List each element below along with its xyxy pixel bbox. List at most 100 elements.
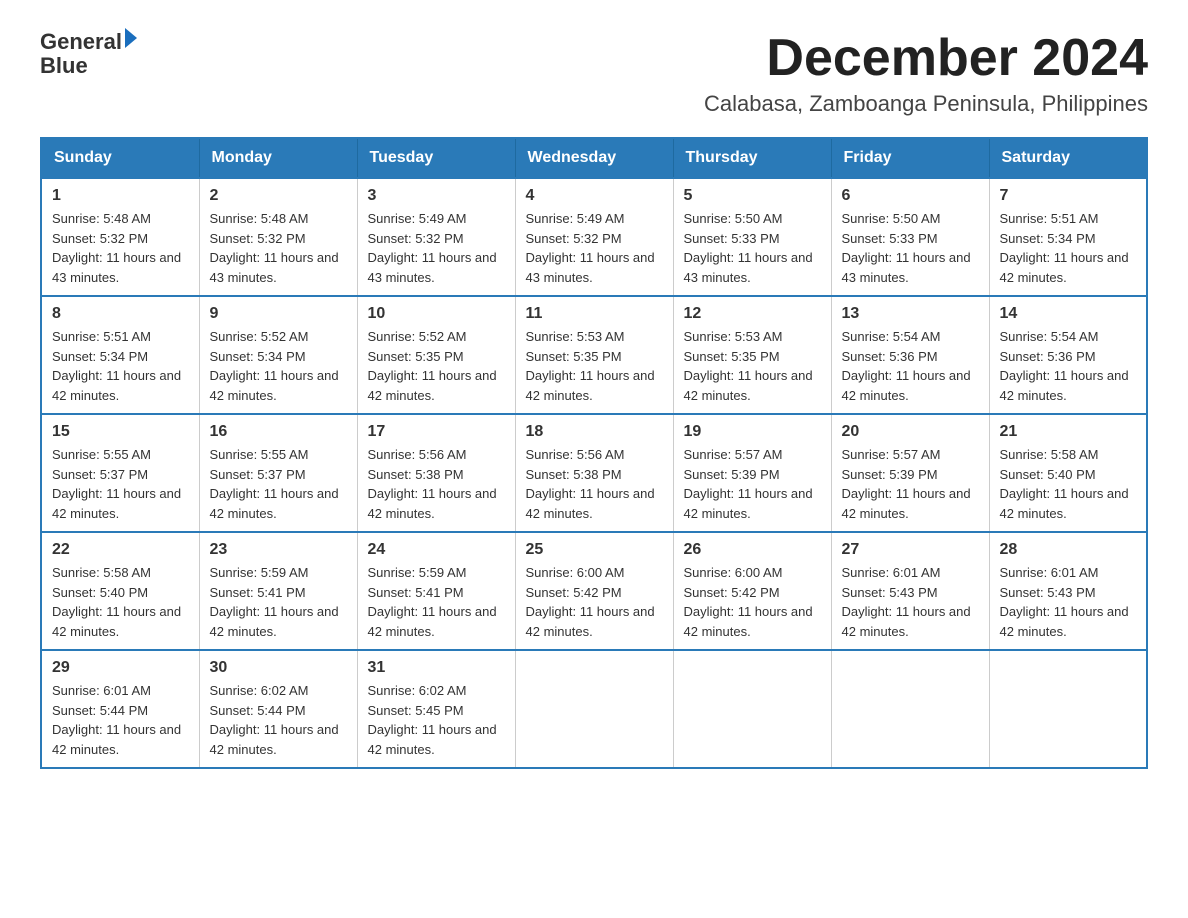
day-number: 22	[52, 541, 189, 559]
day-info: Sunrise: 5:55 AM Sunset: 5:37 PM Dayligh…	[210, 445, 347, 523]
calendar-cell: 20 Sunrise: 5:57 AM Sunset: 5:39 PM Dayl…	[831, 414, 989, 532]
calendar-cell: 15 Sunrise: 5:55 AM Sunset: 5:37 PM Dayl…	[41, 414, 199, 532]
day-info: Sunrise: 5:58 AM Sunset: 5:40 PM Dayligh…	[52, 563, 189, 641]
calendar-cell: 3 Sunrise: 5:49 AM Sunset: 5:32 PM Dayli…	[357, 178, 515, 296]
day-info: Sunrise: 6:01 AM Sunset: 5:44 PM Dayligh…	[52, 681, 189, 759]
day-number: 15	[52, 423, 189, 441]
calendar-cell: 31 Sunrise: 6:02 AM Sunset: 5:45 PM Dayl…	[357, 650, 515, 768]
day-number: 13	[842, 305, 979, 323]
day-number: 4	[526, 187, 663, 205]
month-year-title: December 2024	[704, 30, 1148, 87]
day-info: Sunrise: 5:50 AM Sunset: 5:33 PM Dayligh…	[842, 209, 979, 287]
day-info: Sunrise: 5:55 AM Sunset: 5:37 PM Dayligh…	[52, 445, 189, 523]
day-info: Sunrise: 5:59 AM Sunset: 5:41 PM Dayligh…	[210, 563, 347, 641]
calendar-cell	[989, 650, 1147, 768]
day-number: 2	[210, 187, 347, 205]
day-number: 7	[1000, 187, 1137, 205]
header-sunday: Sunday	[41, 138, 199, 178]
day-info: Sunrise: 6:02 AM Sunset: 5:44 PM Dayligh…	[210, 681, 347, 759]
day-info: Sunrise: 5:56 AM Sunset: 5:38 PM Dayligh…	[526, 445, 663, 523]
calendar-cell: 17 Sunrise: 5:56 AM Sunset: 5:38 PM Dayl…	[357, 414, 515, 532]
calendar-cell: 30 Sunrise: 6:02 AM Sunset: 5:44 PM Dayl…	[199, 650, 357, 768]
calendar-cell: 10 Sunrise: 5:52 AM Sunset: 5:35 PM Dayl…	[357, 296, 515, 414]
day-number: 9	[210, 305, 347, 323]
calendar-cell: 1 Sunrise: 5:48 AM Sunset: 5:32 PM Dayli…	[41, 178, 199, 296]
day-number: 12	[684, 305, 821, 323]
day-info: Sunrise: 5:54 AM Sunset: 5:36 PM Dayligh…	[842, 327, 979, 405]
calendar-week-row: 15 Sunrise: 5:55 AM Sunset: 5:37 PM Dayl…	[41, 414, 1147, 532]
calendar-cell	[831, 650, 989, 768]
day-number: 23	[210, 541, 347, 559]
logo-text-general: General	[40, 30, 122, 54]
calendar-cell: 25 Sunrise: 6:00 AM Sunset: 5:42 PM Dayl…	[515, 532, 673, 650]
day-number: 31	[368, 659, 505, 677]
day-info: Sunrise: 5:57 AM Sunset: 5:39 PM Dayligh…	[842, 445, 979, 523]
header-thursday: Thursday	[673, 138, 831, 178]
header-tuesday: Tuesday	[357, 138, 515, 178]
day-info: Sunrise: 5:51 AM Sunset: 5:34 PM Dayligh…	[52, 327, 189, 405]
logo: General Blue	[40, 30, 137, 78]
day-number: 30	[210, 659, 347, 677]
day-info: Sunrise: 6:02 AM Sunset: 5:45 PM Dayligh…	[368, 681, 505, 759]
calendar-cell: 8 Sunrise: 5:51 AM Sunset: 5:34 PM Dayli…	[41, 296, 199, 414]
calendar-cell: 24 Sunrise: 5:59 AM Sunset: 5:41 PM Dayl…	[357, 532, 515, 650]
day-number: 21	[1000, 423, 1137, 441]
day-info: Sunrise: 5:57 AM Sunset: 5:39 PM Dayligh…	[684, 445, 821, 523]
calendar-week-row: 29 Sunrise: 6:01 AM Sunset: 5:44 PM Dayl…	[41, 650, 1147, 768]
calendar-cell: 12 Sunrise: 5:53 AM Sunset: 5:35 PM Dayl…	[673, 296, 831, 414]
calendar-cell: 14 Sunrise: 5:54 AM Sunset: 5:36 PM Dayl…	[989, 296, 1147, 414]
day-number: 3	[368, 187, 505, 205]
day-number: 20	[842, 423, 979, 441]
day-number: 6	[842, 187, 979, 205]
day-number: 11	[526, 305, 663, 323]
day-number: 17	[368, 423, 505, 441]
day-info: Sunrise: 5:52 AM Sunset: 5:34 PM Dayligh…	[210, 327, 347, 405]
calendar-cell: 13 Sunrise: 5:54 AM Sunset: 5:36 PM Dayl…	[831, 296, 989, 414]
calendar-cell: 26 Sunrise: 6:00 AM Sunset: 5:42 PM Dayl…	[673, 532, 831, 650]
day-info: Sunrise: 6:00 AM Sunset: 5:42 PM Dayligh…	[526, 563, 663, 641]
calendar-cell: 28 Sunrise: 6:01 AM Sunset: 5:43 PM Dayl…	[989, 532, 1147, 650]
header-saturday: Saturday	[989, 138, 1147, 178]
calendar-cell: 9 Sunrise: 5:52 AM Sunset: 5:34 PM Dayli…	[199, 296, 357, 414]
day-number: 14	[1000, 305, 1137, 323]
calendar-cell: 11 Sunrise: 5:53 AM Sunset: 5:35 PM Dayl…	[515, 296, 673, 414]
calendar-cell: 27 Sunrise: 6:01 AM Sunset: 5:43 PM Dayl…	[831, 532, 989, 650]
day-info: Sunrise: 5:54 AM Sunset: 5:36 PM Dayligh…	[1000, 327, 1137, 405]
day-info: Sunrise: 5:48 AM Sunset: 5:32 PM Dayligh…	[210, 209, 347, 287]
day-info: Sunrise: 5:52 AM Sunset: 5:35 PM Dayligh…	[368, 327, 505, 405]
day-info: Sunrise: 5:53 AM Sunset: 5:35 PM Dayligh…	[684, 327, 821, 405]
calendar-cell: 2 Sunrise: 5:48 AM Sunset: 5:32 PM Dayli…	[199, 178, 357, 296]
calendar-cell: 18 Sunrise: 5:56 AM Sunset: 5:38 PM Dayl…	[515, 414, 673, 532]
day-number: 16	[210, 423, 347, 441]
day-info: Sunrise: 5:53 AM Sunset: 5:35 PM Dayligh…	[526, 327, 663, 405]
day-info: Sunrise: 5:59 AM Sunset: 5:41 PM Dayligh…	[368, 563, 505, 641]
calendar-cell	[515, 650, 673, 768]
header-wednesday: Wednesday	[515, 138, 673, 178]
day-info: Sunrise: 5:56 AM Sunset: 5:38 PM Dayligh…	[368, 445, 505, 523]
day-number: 25	[526, 541, 663, 559]
day-info: Sunrise: 6:01 AM Sunset: 5:43 PM Dayligh…	[842, 563, 979, 641]
day-info: Sunrise: 5:48 AM Sunset: 5:32 PM Dayligh…	[52, 209, 189, 287]
calendar-cell: 4 Sunrise: 5:49 AM Sunset: 5:32 PM Dayli…	[515, 178, 673, 296]
day-number: 27	[842, 541, 979, 559]
calendar-week-row: 8 Sunrise: 5:51 AM Sunset: 5:34 PM Dayli…	[41, 296, 1147, 414]
calendar-cell: 23 Sunrise: 5:59 AM Sunset: 5:41 PM Dayl…	[199, 532, 357, 650]
calendar-cell	[673, 650, 831, 768]
calendar-cell: 7 Sunrise: 5:51 AM Sunset: 5:34 PM Dayli…	[989, 178, 1147, 296]
day-info: Sunrise: 6:01 AM Sunset: 5:43 PM Dayligh…	[1000, 563, 1137, 641]
day-number: 19	[684, 423, 821, 441]
day-number: 28	[1000, 541, 1137, 559]
calendar-header-row: SundayMondayTuesdayWednesdayThursdayFrid…	[41, 138, 1147, 178]
calendar-cell: 19 Sunrise: 5:57 AM Sunset: 5:39 PM Dayl…	[673, 414, 831, 532]
day-number: 18	[526, 423, 663, 441]
day-info: Sunrise: 5:58 AM Sunset: 5:40 PM Dayligh…	[1000, 445, 1137, 523]
calendar-cell: 16 Sunrise: 5:55 AM Sunset: 5:37 PM Dayl…	[199, 414, 357, 532]
day-info: Sunrise: 5:50 AM Sunset: 5:33 PM Dayligh…	[684, 209, 821, 287]
day-info: Sunrise: 5:49 AM Sunset: 5:32 PM Dayligh…	[368, 209, 505, 287]
calendar-week-row: 22 Sunrise: 5:58 AM Sunset: 5:40 PM Dayl…	[41, 532, 1147, 650]
day-info: Sunrise: 6:00 AM Sunset: 5:42 PM Dayligh…	[684, 563, 821, 641]
day-info: Sunrise: 5:49 AM Sunset: 5:32 PM Dayligh…	[526, 209, 663, 287]
calendar-cell: 22 Sunrise: 5:58 AM Sunset: 5:40 PM Dayl…	[41, 532, 199, 650]
calendar-cell: 29 Sunrise: 6:01 AM Sunset: 5:44 PM Dayl…	[41, 650, 199, 768]
calendar-week-row: 1 Sunrise: 5:48 AM Sunset: 5:32 PM Dayli…	[41, 178, 1147, 296]
